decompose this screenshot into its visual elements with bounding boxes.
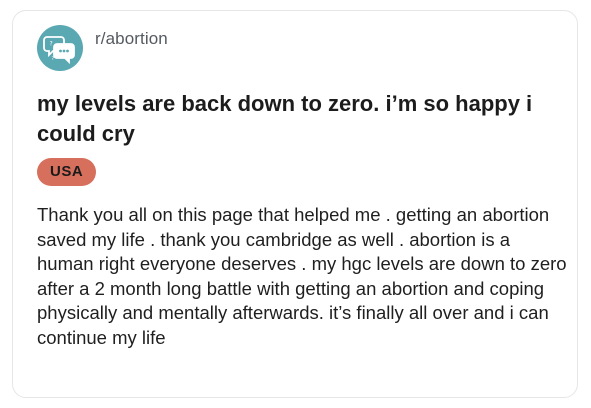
svg-text:?: ? <box>52 56 55 62</box>
subreddit-name[interactable]: r/abortion <box>95 29 168 49</box>
chat-bubbles-icon: ? ? <box>43 36 75 65</box>
post-header: ? ? r/abortion <box>37 25 168 73</box>
post-title[interactable]: my levels are back down to zero. i’m so … <box>37 89 557 149</box>
flair-badge[interactable]: USA <box>37 158 97 186</box>
post-body: Thank you all on this page that helped m… <box>37 204 567 348</box>
svg-text:?: ? <box>50 41 53 48</box>
subreddit-avatar[interactable]: ? ? <box>37 25 83 71</box>
post-card[interactable]: ? ? r/abortion my levels are back down t… <box>12 10 578 398</box>
